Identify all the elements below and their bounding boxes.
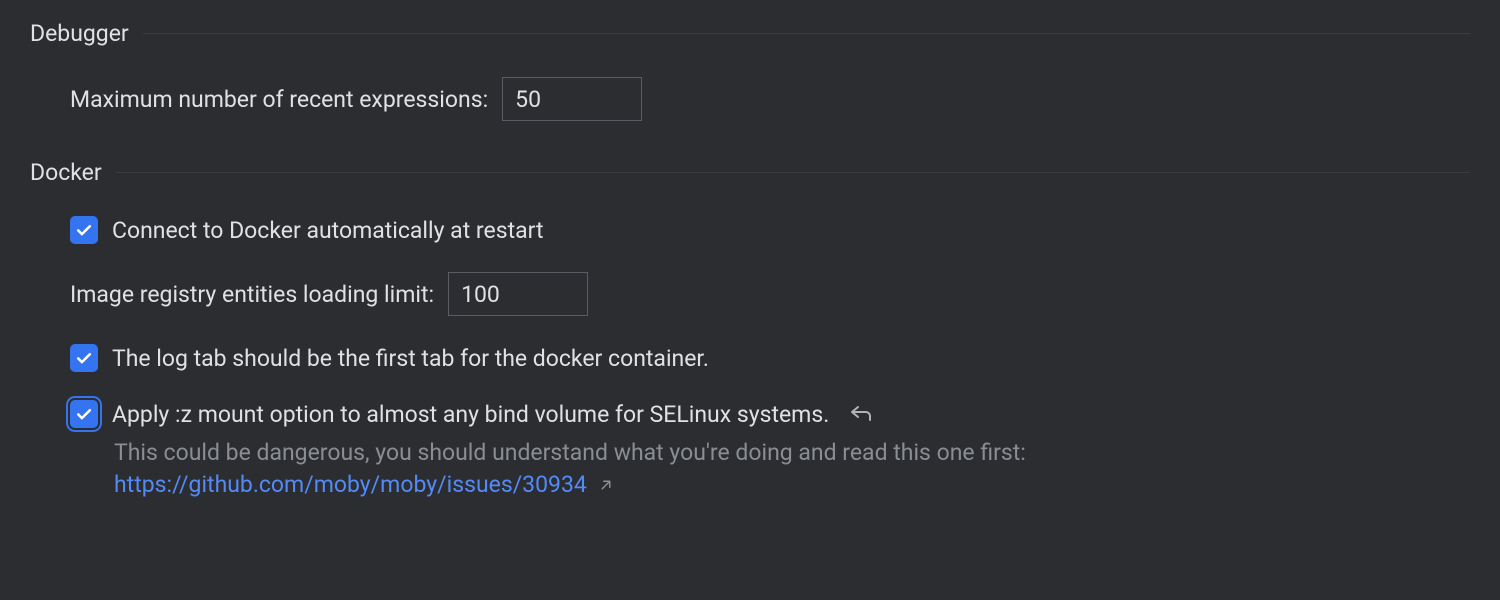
debugger-section-title: Debugger — [30, 20, 129, 47]
registry-limit-label: Image registry entities loading limit: — [70, 281, 434, 308]
apply-z-mount-link-row: https://github.com/moby/moby/issues/3093… — [114, 471, 1470, 498]
log-tab-first-checkbox[interactable] — [70, 344, 98, 372]
log-tab-first-label: The log tab should be the first tab for … — [112, 345, 709, 372]
max-recent-expressions-input[interactable] — [502, 77, 642, 121]
settings-panel: Debugger Maximum number of recent expres… — [0, 0, 1500, 556]
max-recent-expressions-label: Maximum number of recent expressions: — [70, 86, 488, 113]
connect-auto-checkbox[interactable] — [70, 216, 98, 244]
connect-auto-row: Connect to Docker automatically at resta… — [70, 216, 1470, 244]
docker-section-header: Docker — [30, 159, 1470, 186]
check-icon — [74, 404, 94, 424]
section-divider — [143, 33, 1470, 34]
apply-z-mount-checkbox[interactable] — [70, 400, 98, 428]
apply-z-mount-label: Apply :z mount option to almost any bind… — [112, 401, 829, 428]
docker-section: Docker Connect to Docker automatically a… — [30, 159, 1470, 498]
check-icon — [74, 348, 94, 368]
registry-limit-input[interactable] — [448, 272, 588, 316]
check-icon — [74, 220, 94, 240]
max-recent-expressions-row: Maximum number of recent expressions: — [70, 77, 1470, 121]
external-link-icon — [597, 476, 615, 494]
reset-icon[interactable] — [849, 402, 873, 426]
apply-z-mount-link[interactable]: https://github.com/moby/moby/issues/3093… — [114, 471, 587, 498]
log-tab-first-row: The log tab should be the first tab for … — [70, 344, 1470, 372]
apply-z-mount-hint: This could be dangerous, you should unde… — [114, 436, 1470, 471]
connect-auto-label: Connect to Docker automatically at resta… — [112, 217, 544, 244]
section-divider — [116, 172, 1470, 173]
registry-limit-row: Image registry entities loading limit: — [70, 272, 1470, 316]
apply-z-mount-hint-block: This could be dangerous, you should unde… — [114, 436, 1470, 498]
docker-section-title: Docker — [30, 159, 102, 186]
debugger-section: Debugger Maximum number of recent expres… — [30, 20, 1470, 121]
debugger-section-header: Debugger — [30, 20, 1470, 47]
apply-z-mount-row: Apply :z mount option to almost any bind… — [70, 400, 1470, 428]
